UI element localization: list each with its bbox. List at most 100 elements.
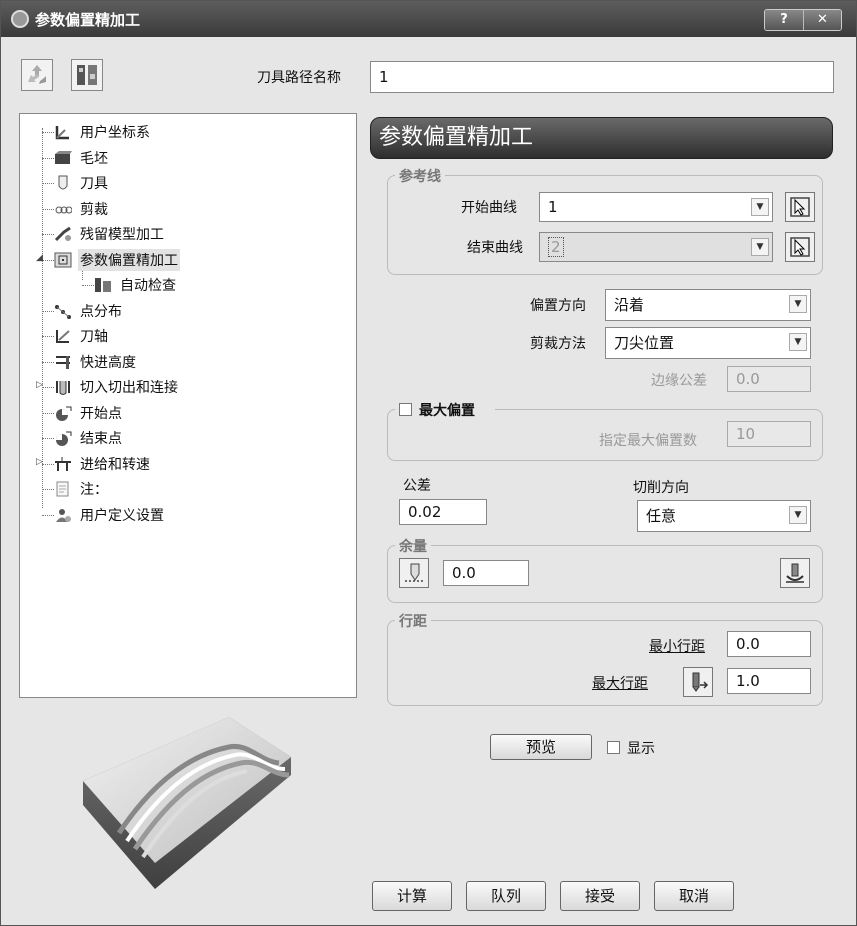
offset-direction-label: 偏置方向: [530, 298, 586, 314]
max-offset-checkbox[interactable]: [399, 403, 412, 416]
trim-icon: [55, 206, 72, 213]
recycle-button[interactable]: [21, 59, 53, 91]
start-curve-pick-button[interactable]: [785, 192, 815, 222]
max-offset-count-input[interactable]: 10: [727, 421, 811, 447]
app-gear-icon: [11, 10, 29, 28]
close-button[interactable]: ✕: [803, 10, 841, 30]
cancel-button[interactable]: 取消: [654, 881, 734, 911]
thickness-icon: [405, 563, 423, 582]
pick-cursor-icon: [790, 197, 810, 217]
tree-item[interactable]: 自动检查: [94, 273, 178, 297]
panel-header: 参数偏置精加工: [370, 117, 833, 159]
tree-collapse-arrow-icon[interactable]: ◢: [36, 253, 43, 263]
strategy-selector-button[interactable]: [71, 59, 103, 91]
edge-tolerance-input[interactable]: 0.0: [727, 366, 811, 392]
tree-expand-arrow-icon[interactable]: ▷: [36, 457, 43, 467]
tree-line: [42, 259, 54, 261]
tree-line: [42, 412, 54, 414]
tree-line: [42, 514, 54, 516]
offset-direction-select[interactable]: 沿着 ▼: [605, 289, 811, 321]
show-checkbox[interactable]: [607, 741, 620, 754]
chevron-down-icon[interactable]: ▼: [789, 333, 807, 351]
tree-item[interactable]: 刀轴: [54, 324, 110, 348]
thickness-advanced-button[interactable]: [780, 558, 810, 588]
tree-line: [42, 438, 54, 439]
user-settings-icon: [56, 508, 71, 522]
stepover-group-title: 行距: [395, 611, 431, 631]
chevron-down-icon[interactable]: ▼: [789, 506, 807, 524]
tree-item[interactable]: 毛坯: [54, 146, 110, 170]
thickness-group-title: 余量: [395, 536, 431, 556]
trim-method-select[interactable]: 刀尖位置 ▼: [605, 327, 811, 359]
tree-item[interactable]: 注：: [54, 477, 110, 501]
tree-item[interactable]: 切入切出和连接: [54, 375, 180, 399]
leads-links-icon: [56, 381, 70, 395]
trim-method-value: 刀尖位置: [614, 334, 675, 352]
tool-stepover-icon: [692, 672, 709, 692]
tree-item-label: 用户定义设置: [80, 507, 164, 524]
chevron-down-icon[interactable]: ▼: [751, 238, 769, 256]
strategy-tree: 用户坐标系毛坯刀具剪裁残留模型加工 ◢ 参数偏置精加工 自动检查 点分布刀轴快进高度 ▷ 切…: [19, 113, 357, 698]
notes-icon: [56, 481, 69, 497]
stepover-copy-button[interactable]: [683, 667, 713, 697]
cut-direction-select[interactable]: 任意 ▼: [637, 500, 811, 532]
tree-item[interactable]: 进给和转速: [54, 452, 152, 476]
chevron-down-icon[interactable]: ▼: [751, 198, 769, 216]
tree-item-label: 毛坯: [80, 150, 108, 167]
tree-item[interactable]: 开始点: [54, 401, 124, 425]
edge-tolerance-label: 边缘公差: [651, 373, 707, 389]
path-name-label: 刀具路径名称: [257, 70, 341, 86]
chevron-down-icon[interactable]: ▼: [789, 295, 807, 313]
end-curve-label: 结束曲线: [467, 240, 523, 256]
cut-direction-label: 切削方向: [633, 480, 689, 496]
title-bar[interactable]: 参数偏置精加工 ? ✕: [1, 1, 856, 37]
cut-direction-value: 任意: [646, 507, 677, 525]
tree-item[interactable]: 用户坐标系: [54, 120, 152, 144]
tree-line: [42, 183, 54, 184]
rapid-height-icon: [56, 355, 70, 369]
block-icon: [55, 150, 72, 164]
start-curve-select[interactable]: 1 ▼: [539, 192, 773, 222]
tolerance-input[interactable]: 0.02: [399, 499, 487, 525]
preview-button[interactable]: 预览: [490, 734, 592, 760]
ucs-icon: [55, 126, 69, 140]
tree-item[interactable]: 参数偏置精加工: [54, 248, 180, 272]
end-curve-select[interactable]: 2 ▼: [539, 232, 773, 262]
thickness-input[interactable]: 0.0: [443, 560, 529, 586]
pick-cursor-icon: [790, 237, 810, 257]
tree-item[interactable]: 快进高度: [54, 350, 138, 374]
feeds-speeds-icon: [55, 456, 71, 471]
min-stepover-input[interactable]: 0.0: [727, 631, 811, 657]
end-curve-pick-button[interactable]: [785, 232, 815, 262]
tree-item-label: 注：: [80, 482, 108, 498]
rest-model-icon: [54, 226, 71, 242]
tree-item[interactable]: 用户定义设置: [54, 503, 166, 527]
tool-axis-icon: [56, 330, 70, 343]
tree-item-label: 切入切出和连接: [80, 380, 178, 396]
help-button[interactable]: ?: [765, 10, 803, 30]
tree-expand-arrow-icon[interactable]: ▷: [36, 380, 43, 390]
tree-line: [42, 234, 54, 235]
end-point-icon: [56, 431, 72, 446]
start-point-icon: [56, 406, 72, 421]
tree-item[interactable]: 点分布: [54, 299, 124, 323]
tree-item-label: 剪裁: [80, 201, 108, 218]
tree-line: [42, 128, 43, 508]
path-name-input[interactable]: 1: [370, 61, 834, 93]
accept-button[interactable]: 接受: [560, 881, 640, 911]
max-stepover-input[interactable]: 1.0: [727, 668, 811, 694]
tree-item[interactable]: 结束点: [54, 426, 124, 450]
max-offset-count-label: 指定最大偏置数: [599, 433, 697, 449]
tree-item[interactable]: 刀具: [54, 171, 110, 195]
show-label: 显示: [627, 741, 655, 757]
tree-item-label: 参数偏置精加工: [78, 248, 180, 271]
tree-item[interactable]: 残留模型加工: [54, 222, 166, 246]
tree-item[interactable]: 剪裁: [54, 197, 110, 221]
thickness-component-button[interactable]: [399, 558, 429, 588]
queue-button[interactable]: 队列: [466, 881, 546, 911]
tree-item-label: 刀轴: [80, 329, 108, 345]
auto-check-icon: [95, 278, 111, 292]
end-curve-value: 2: [548, 237, 564, 257]
calculate-button[interactable]: 计算: [372, 881, 452, 911]
point-distribution-icon: [55, 304, 71, 319]
